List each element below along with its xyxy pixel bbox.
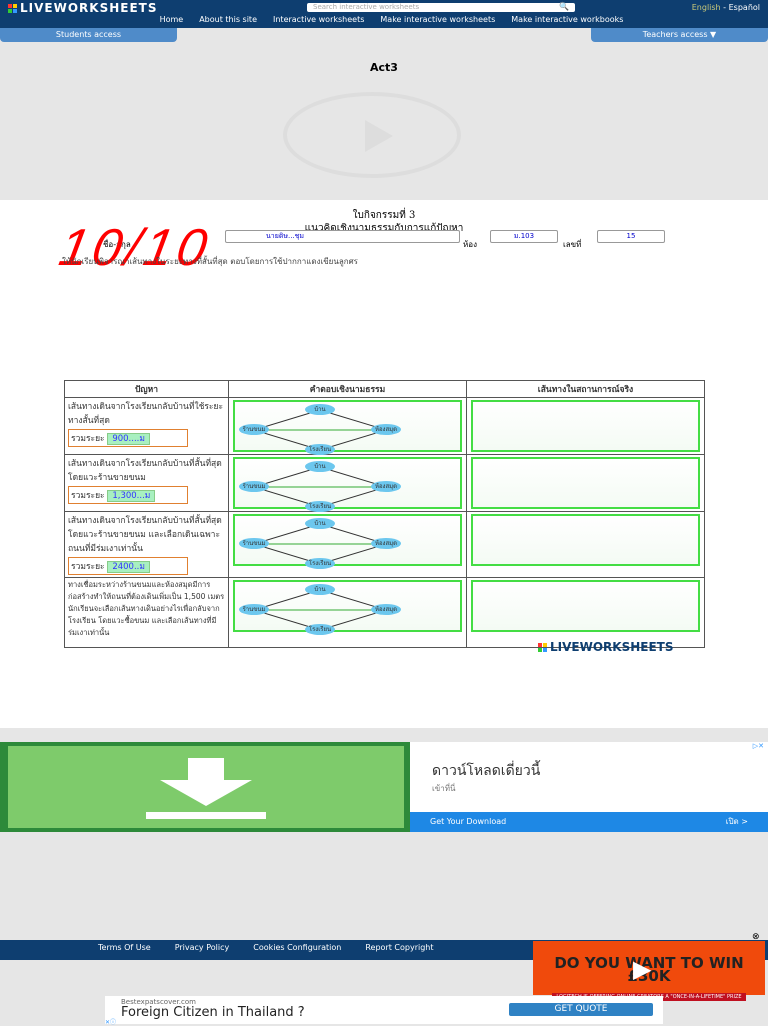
ad-subtitle: เข้าที่นี่: [432, 784, 456, 793]
graph-edges: [253, 523, 387, 564]
col-real-route: เส้นทางในสถานการณ์จริง: [466, 380, 705, 398]
teachers-access-tab[interactable]: Teachers access ▼: [591, 28, 768, 42]
answer-field[interactable]: 900....ม: [107, 433, 150, 445]
play-button-icon[interactable]: [283, 92, 461, 178]
footer-privacy[interactable]: Privacy Policy: [175, 940, 230, 960]
bottom-ad[interactable]: Bestexpatscover.com Foreign Citizen in T…: [105, 996, 663, 1026]
nav-make-worksheets[interactable]: Make interactive worksheets: [380, 15, 495, 24]
ad-choices-icon[interactable]: ✕ⓘ: [105, 1017, 116, 1026]
route-map-image[interactable]: [471, 514, 700, 566]
students-access-tab[interactable]: Students access: [0, 28, 177, 42]
lang-english[interactable]: English: [692, 3, 721, 12]
problem-table: ปัญหา คำตอบเชิงนามธรรม เส้นทางในสถานการณ์จ…: [64, 380, 705, 648]
graph-node: ห้องสมุด: [371, 481, 401, 492]
watermark-text: LIVEWORKSHEETS: [550, 640, 674, 654]
chevron-down-icon: ▼: [710, 30, 717, 39]
graph-edges: [253, 409, 387, 450]
table-row: เส้นทางเดินจากโรงเรียนกลับบ้านที่สั้นที่…: [64, 454, 705, 512]
graph-diagram[interactable]: บ้านร้านขนม ห้องสมุดโรงเรียน: [233, 400, 462, 455]
answer-label: รวมระยะ: [71, 562, 105, 572]
number-field[interactable]: 15: [597, 230, 665, 243]
graph-diagram[interactable]: บ้านร้านขนม ห้องสมุดโรงเรียน: [233, 580, 462, 635]
graph-edges: [253, 589, 387, 630]
graph-node: โรงเรียน: [305, 624, 335, 635]
answer-field[interactable]: 1,300...ม: [107, 490, 156, 502]
ad-title: ดาวน์โหลดเดี่ยวนี้: [432, 763, 541, 779]
graph-node: โรงเรียน: [305, 558, 335, 569]
answer-field[interactable]: 2400..ม: [107, 561, 150, 573]
graph-node: ร้านขนม: [239, 538, 269, 549]
route-map-image[interactable]: [471, 457, 700, 509]
language-switch: English - Español: [692, 3, 760, 12]
answer-box: รวมระยะ 1,300...ม: [68, 486, 188, 504]
problem-text: เส้นทางเดินจากโรงเรียนกลับบ้านที่สั้นที่…: [68, 516, 222, 554]
ad-choices-icon[interactable]: ▷✕: [753, 742, 764, 750]
main-nav: Home About this site Interactive workshe…: [0, 15, 768, 24]
problem-text: เส้นทางเดินจากโรงเรียนกลับบ้านที่ใช้ระยะ…: [68, 402, 224, 426]
download-ad[interactable]: ดาวน์โหลดเดี่ยวนี้ เข้าที่นี่ ▷✕ Get You…: [0, 742, 768, 832]
instruction: ให้นักเรียนพิจารณาเส้นทางในระยะทางที่สั้…: [62, 257, 358, 266]
lang-espanol[interactable]: Español: [729, 3, 760, 12]
page-title: Act3: [370, 61, 398, 74]
table-row: ทางเชื่อมระหว่างร้านขนมและห้องสมุดมีการก…: [64, 577, 705, 648]
footer-report-copyright[interactable]: Report Copyright: [365, 940, 433, 960]
nav-interactive-worksheets[interactable]: Interactive worksheets: [273, 15, 364, 24]
logo-text: LIVEWORKSHEETS: [20, 1, 158, 15]
room-label: ห้อง: [463, 240, 477, 249]
ad-image: [0, 742, 410, 832]
search-input[interactable]: Search interactive worksheets 🔍: [307, 2, 575, 12]
search-icon[interactable]: 🔍: [559, 2, 569, 11]
graph-node: ห้องสมุด: [371, 538, 401, 549]
graph-node: บ้าน: [305, 461, 335, 472]
logo-icon: [538, 642, 547, 652]
bottom-ad-headline: Foreign Citizen in Thailand ?: [121, 1005, 305, 1020]
answer-label: รวมระยะ: [71, 491, 105, 501]
nav-make-workbooks[interactable]: Make interactive workbooks: [511, 15, 623, 24]
problem-text: เส้นทางเดินจากโรงเรียนกลับบ้านที่สั้นที่…: [68, 459, 222, 483]
ad-cta-bar[interactable]: Get Your Download เปิด >: [410, 812, 768, 832]
logo-icon: [8, 3, 17, 13]
answer-label: รวมระยะ: [71, 434, 105, 444]
graph-diagram[interactable]: บ้านร้านขนม ห้องสมุดโรงเรียน: [233, 514, 462, 569]
col-abstract-answer: คำตอบเชิงนามธรรม: [228, 380, 467, 398]
number-label: เลขที่: [563, 240, 582, 249]
graph-node: ห้องสมุด: [371, 424, 401, 435]
ad-cta: Get Your Download: [430, 817, 507, 826]
graph-diagram[interactable]: บ้านร้านขนม ห้องสมุดโรงเรียน: [233, 457, 462, 512]
footer-cookies[interactable]: Cookies Configuration: [253, 940, 341, 960]
graph-node: โรงเรียน: [305, 501, 335, 512]
room-field[interactable]: ม.103: [490, 230, 558, 243]
search-placeholder: Search interactive worksheets: [313, 3, 420, 11]
nav-home[interactable]: Home: [160, 15, 184, 24]
problem-text: ทางเชื่อมระหว่างร้านขนมและห้องสมุดมีการก…: [68, 580, 225, 637]
teachers-access-label: Teachers access: [642, 30, 708, 39]
route-map-image[interactable]: [471, 580, 700, 632]
watermark-logo: LIVEWORKSHEETS: [538, 640, 673, 654]
route-map-image[interactable]: [471, 400, 700, 452]
graph-node: ร้านขนม: [239, 424, 269, 435]
graph-node: ร้านขนม: [239, 481, 269, 492]
answer-box: รวมระยะ 2400..ม: [68, 557, 188, 575]
download-arrow-icon: [146, 758, 266, 819]
table-row: เส้นทางเดินจากโรงเรียนกลับบ้านที่ใช้ระยะ…: [64, 397, 705, 455]
lang-sep: -: [720, 3, 729, 12]
graph-node: ห้องสมุด: [371, 604, 401, 615]
video-ad[interactable]: DO YOU WANT TO WIN £30K LOGITECH IS OFFE…: [533, 941, 765, 1001]
col-problem: ปัญหา: [64, 380, 229, 398]
graph-node: ร้านขนม: [239, 604, 269, 615]
footer-terms[interactable]: Terms Of Use: [98, 940, 151, 960]
graph-node: บ้าน: [305, 518, 335, 529]
play-icon[interactable]: ▶: [633, 955, 651, 983]
answer-box: รวมระยะ 900....ม: [68, 429, 188, 447]
name-field[interactable]: นายดิษ...ชุม: [225, 230, 460, 243]
get-quote-button[interactable]: GET QUOTE: [509, 1003, 653, 1016]
graph-node: บ้าน: [305, 584, 335, 595]
table-row: เส้นทางเดินจากโรงเรียนกลับบ้านที่สั้นที่…: [64, 511, 705, 578]
graph-node: บ้าน: [305, 404, 335, 415]
site-logo[interactable]: LIVEWORKSHEETS: [8, 1, 157, 15]
graph-node: โรงเรียน: [305, 444, 335, 455]
graph-edges: [253, 466, 387, 507]
nav-about[interactable]: About this site: [199, 15, 257, 24]
ad-open: เปิด >: [725, 817, 748, 826]
